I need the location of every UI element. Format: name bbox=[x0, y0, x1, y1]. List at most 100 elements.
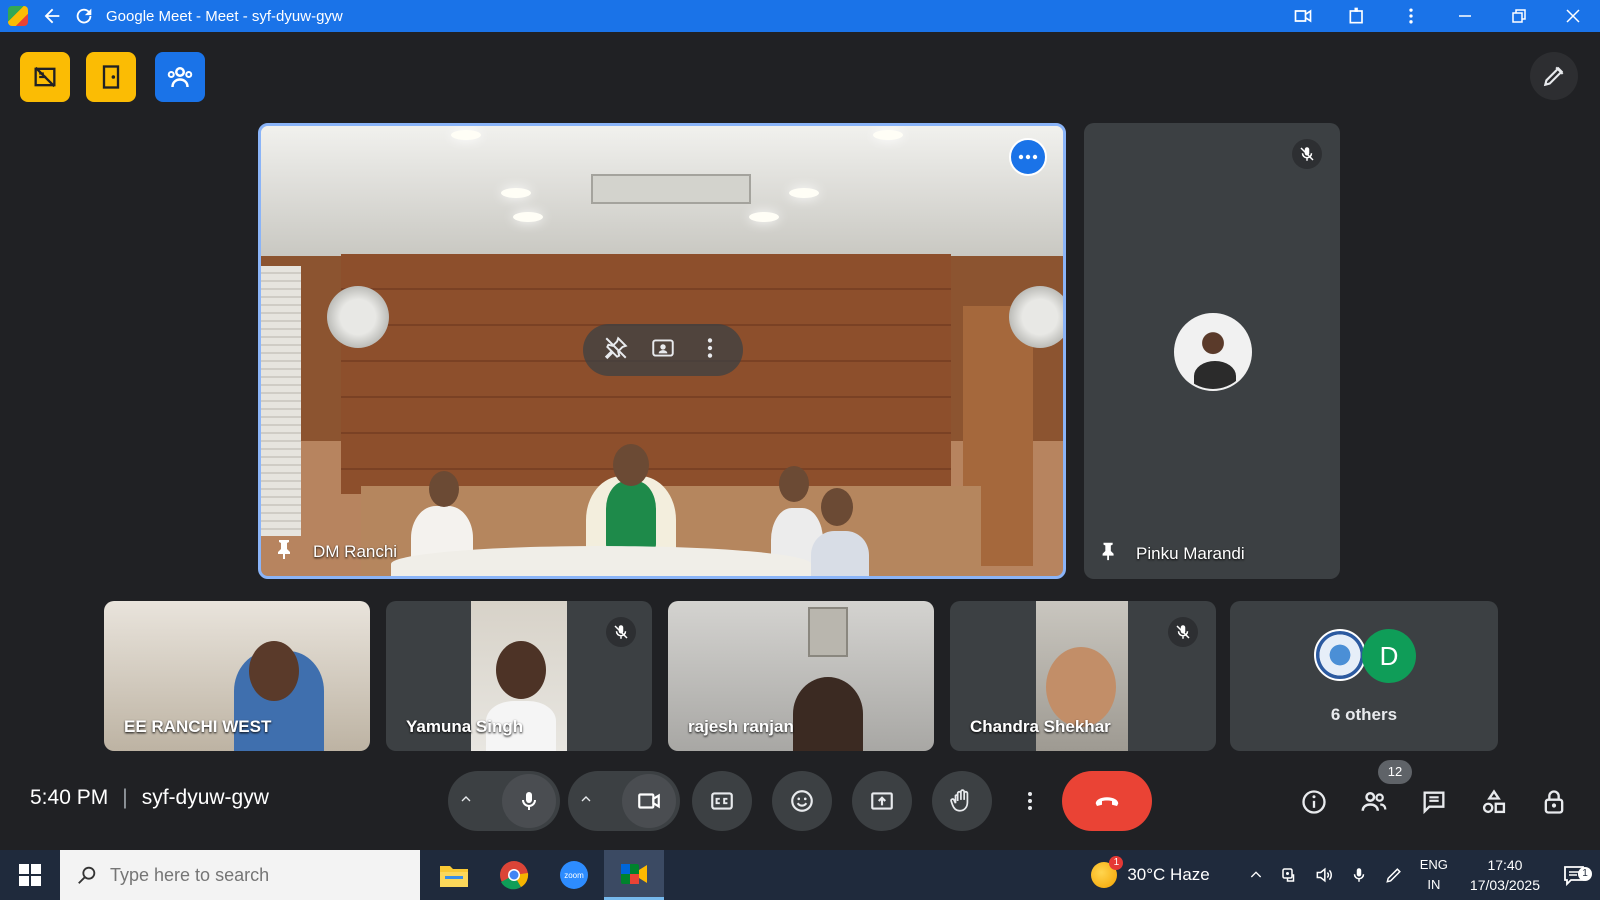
host-controls-icon[interactable] bbox=[1532, 780, 1576, 824]
pin-icon bbox=[273, 537, 297, 566]
volume-icon[interactable] bbox=[1306, 865, 1342, 885]
unpin-icon[interactable] bbox=[603, 335, 629, 366]
side-video-tile[interactable]: Pinku Marandi bbox=[1084, 123, 1340, 579]
mic-off-icon bbox=[1168, 617, 1198, 647]
clock-date: 17/03/2025 bbox=[1469, 877, 1540, 893]
participant-name: EE RANCHI WEST bbox=[124, 717, 272, 736]
people-group-icon bbox=[167, 67, 193, 88]
language-indicator[interactable]: ENG IN bbox=[1412, 855, 1456, 895]
close-icon[interactable] bbox=[1546, 0, 1600, 32]
microphone-icon bbox=[522, 792, 536, 810]
svg-text:zoom: zoom bbox=[564, 871, 584, 880]
frame-person-icon[interactable] bbox=[650, 335, 676, 366]
closed-captions-icon bbox=[711, 792, 733, 810]
taskbar-search[interactable] bbox=[60, 850, 420, 900]
back-arrow-icon[interactable] bbox=[36, 0, 68, 32]
reactions-button[interactable] bbox=[772, 771, 832, 831]
mic-off-icon bbox=[606, 617, 636, 647]
leave-call-button[interactable] bbox=[1062, 771, 1152, 831]
meet-app-icon bbox=[8, 6, 28, 26]
participant-name: Chandra Shekhar bbox=[970, 717, 1111, 736]
pin-icon bbox=[1098, 540, 1120, 567]
letter-avatar: D bbox=[1362, 629, 1416, 683]
cancel-hide-self-button[interactable] bbox=[20, 52, 70, 102]
participant-name: Yamuna Singh bbox=[406, 717, 524, 736]
windows-taskbar: zoom 1 30°C Haze ENG IN bbox=[0, 850, 1600, 900]
speaking-indicator-icon[interactable] bbox=[1009, 138, 1047, 176]
door-icon bbox=[102, 65, 120, 89]
main-video-tile[interactable]: DM Ranchi bbox=[258, 123, 1066, 579]
vertical-dots-icon bbox=[1028, 792, 1032, 810]
camera-button[interactable] bbox=[622, 774, 676, 828]
tile-more-options-icon[interactable] bbox=[697, 335, 723, 366]
organization-logo-avatar bbox=[1314, 629, 1366, 681]
google-meet-app-icon[interactable] bbox=[604, 850, 664, 900]
meeting-code: syf-dyuw-gyw bbox=[141, 786, 269, 809]
table bbox=[391, 546, 811, 576]
activities-icon[interactable] bbox=[1472, 780, 1516, 824]
divider: | bbox=[122, 786, 128, 809]
chrome-icon[interactable] bbox=[484, 850, 544, 900]
camera-permission-icon[interactable] bbox=[1276, 0, 1330, 32]
file-explorer-icon[interactable] bbox=[424, 850, 484, 900]
zoom-icon[interactable]: zoom bbox=[544, 850, 604, 900]
no-video-frame-icon bbox=[34, 66, 56, 88]
hand-icon bbox=[950, 789, 969, 812]
more-options-button[interactable] bbox=[1010, 771, 1050, 831]
weather-widget[interactable]: 1 30°C Haze bbox=[1083, 856, 1217, 888]
participant-tile[interactable]: EE RANCHI WEST bbox=[104, 601, 370, 751]
meeting-time: 5:40 PM bbox=[30, 786, 109, 809]
participant-tile[interactable]: Chandra Shekhar bbox=[950, 601, 1216, 751]
participant-avatar bbox=[1174, 313, 1252, 391]
tile-hover-controls bbox=[583, 324, 743, 376]
person bbox=[811, 531, 869, 576]
audio-control-group bbox=[448, 771, 560, 831]
meeting-details-icon[interactable] bbox=[1292, 780, 1336, 824]
meet-tray-icon[interactable] bbox=[1272, 866, 1306, 884]
windows-start-icon[interactable] bbox=[0, 850, 60, 900]
notifications-icon[interactable]: 1 bbox=[1554, 863, 1600, 887]
microphone-button[interactable] bbox=[502, 774, 556, 828]
wall-fan bbox=[1009, 286, 1063, 348]
side-tile-label: Pinku Marandi bbox=[1098, 540, 1245, 567]
system-tray: 1 30°C Haze ENG IN 17:40 17/03/2025 1 bbox=[1083, 850, 1600, 900]
companion-mode-button[interactable] bbox=[155, 52, 205, 102]
ceiling bbox=[261, 126, 1063, 256]
chat-icon[interactable] bbox=[1412, 780, 1456, 824]
reload-icon[interactable] bbox=[68, 0, 100, 32]
others-label: 6 others bbox=[1330, 705, 1398, 724]
audio-options-chevron-icon[interactable] bbox=[458, 791, 474, 812]
microphone-tray-icon[interactable] bbox=[1342, 866, 1376, 884]
pen-icon bbox=[1543, 66, 1564, 87]
mic-off-icon bbox=[1292, 139, 1322, 169]
show-hidden-icons-chevron[interactable] bbox=[1240, 867, 1272, 883]
main-tile-name: DM Ranchi bbox=[313, 541, 398, 561]
restore-icon[interactable] bbox=[1492, 0, 1546, 32]
raise-hand-button[interactable] bbox=[932, 771, 992, 831]
clock-time: 17:40 bbox=[1487, 857, 1523, 873]
side-tile-name: Pinku Marandi bbox=[1136, 543, 1245, 563]
window-title: Google Meet - Meet - syf-dyuw-gyw bbox=[106, 7, 343, 25]
camera-icon bbox=[638, 793, 660, 809]
captions-button[interactable] bbox=[692, 771, 752, 831]
taskbar-search-input[interactable] bbox=[110, 864, 390, 886]
leave-room-button[interactable] bbox=[86, 52, 136, 102]
participant-tile[interactable]: Yamuna Singh bbox=[386, 601, 652, 751]
extensions-icon[interactable] bbox=[1330, 0, 1384, 32]
annotate-button[interactable] bbox=[1530, 52, 1578, 100]
browser-menu-icon[interactable] bbox=[1384, 0, 1438, 32]
present-icon bbox=[871, 792, 893, 810]
present-screen-button[interactable] bbox=[852, 771, 912, 831]
minimize-icon[interactable] bbox=[1438, 0, 1492, 32]
others-tile[interactable]: D 6 others bbox=[1230, 601, 1498, 751]
wall-fan bbox=[327, 286, 389, 348]
pen-tray-icon[interactable] bbox=[1376, 865, 1412, 885]
video-options-chevron-icon[interactable] bbox=[578, 791, 594, 812]
clock[interactable]: 17:40 17/03/2025 bbox=[1456, 855, 1554, 895]
meeting-info: 5:40 PM | syf-dyuw-gyw bbox=[30, 786, 269, 810]
title-bar: Google Meet - Meet - syf-dyuw-gyw bbox=[0, 0, 1600, 32]
hang-up-icon bbox=[1095, 797, 1119, 806]
participant-tile[interactable]: rajesh ranjan bbox=[668, 601, 934, 751]
search-icon bbox=[78, 866, 96, 884]
people-icon[interactable] bbox=[1352, 780, 1396, 824]
